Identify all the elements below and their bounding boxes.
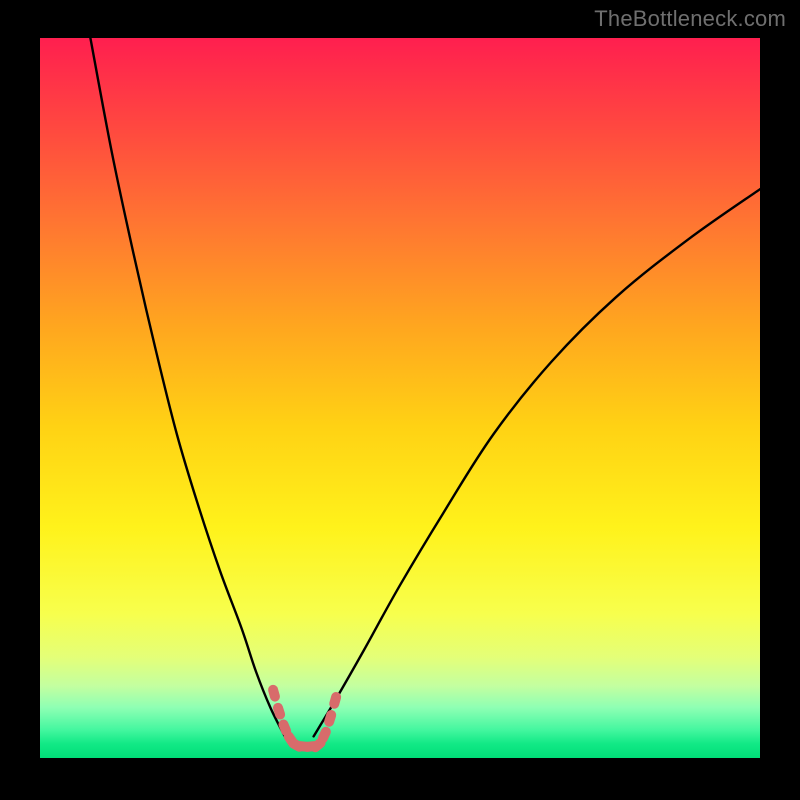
curve-left-branch [90,38,284,736]
marker-point [272,702,287,721]
marker-point [323,709,338,728]
watermark-text: TheBottleneck.com [594,6,786,32]
plot-area [40,38,760,758]
chart-frame: TheBottleneck.com [0,0,800,800]
curve-right-branch [314,189,760,736]
marker-point [267,684,281,703]
marker-group [267,684,342,755]
series-group [90,38,760,736]
chart-svg [40,38,760,758]
